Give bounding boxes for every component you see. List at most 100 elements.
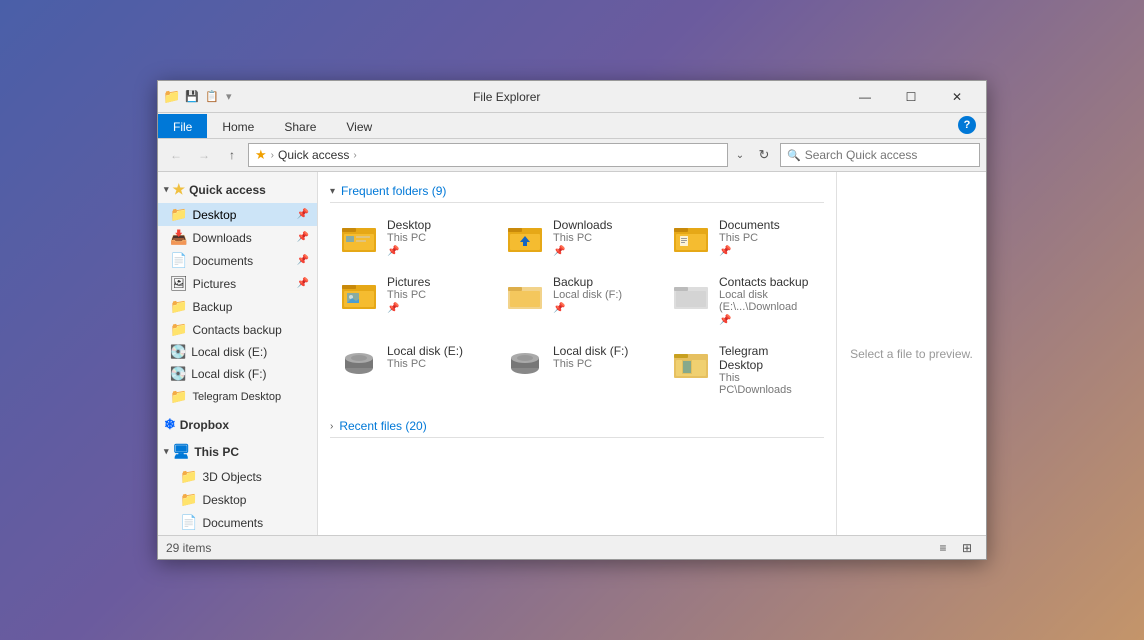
folder-item-contacts-backup[interactable]: Contacts backup Local disk (E:\...\Downl… — [662, 268, 824, 333]
folder-item-local-disk-e[interactable]: Local disk (E:) This PC — [330, 337, 492, 403]
folders-grid: Desktop This PC 📌 — [330, 211, 824, 403]
sidebar: ▾ ★ Quick access 📁 Desktop 📌 📥 Downloads… — [158, 172, 318, 535]
sidebar-item-3d-objects[interactable]: 📁 3D Objects — [158, 465, 317, 488]
folder-item-telegram[interactable]: Telegram Desktop This PC\Downloads — [662, 337, 824, 403]
view-buttons: ≡ ⊞ — [932, 539, 978, 557]
content-area: ▾ Frequent folders (9) — [318, 172, 836, 535]
folder-item-documents[interactable]: Documents This PC 📌 — [662, 211, 824, 264]
search-icon: 🔍 — [787, 149, 801, 162]
sidebar-item-desktop[interactable]: 📁 Desktop 📌 — [158, 203, 317, 226]
backup-info: Backup Local disk (F:) 📌 — [553, 275, 649, 314]
pin-icon: 📌 — [297, 232, 309, 243]
sidebar-item-documents-this-pc[interactable]: 📄 Documents — [158, 511, 317, 534]
help-icon[interactable]: ? — [958, 116, 976, 134]
collapse-icon: ▾ — [164, 184, 169, 195]
grid-view-button[interactable]: ⊞ — [956, 539, 978, 557]
tab-share[interactable]: Share — [269, 114, 331, 138]
sidebar-item-backup[interactable]: 📁 Backup — [158, 295, 317, 318]
tab-file[interactable]: File — [158, 114, 207, 138]
collapse-icon-2: ▾ — [164, 446, 169, 457]
up-button[interactable]: ↑ — [220, 144, 244, 166]
telegram-info: Telegram Desktop This PC\Downloads — [719, 344, 815, 396]
tab-view[interactable]: View — [331, 114, 387, 138]
sidebar-item-contacts-backup[interactable]: 📁 Contacts backup — [158, 318, 317, 341]
folder-item-downloads[interactable]: Downloads This PC 📌 — [496, 211, 658, 264]
collapse-chevron: ▾ — [330, 186, 335, 197]
this-pc-label: This PC — [194, 445, 239, 459]
pictures-folder-icon: 🖼 — [170, 275, 188, 292]
local-disk-f-thumb — [505, 344, 545, 382]
search-box[interactable]: 🔍 — [780, 143, 980, 167]
sidebar-item-documents[interactable]: 📄 Documents 📌 — [158, 249, 317, 272]
back-button[interactable]: ← — [164, 144, 188, 166]
folder-item-backup[interactable]: Backup Local disk (F:) 📌 — [496, 268, 658, 333]
pictures-thumb — [339, 275, 379, 313]
recent-files-label: Recent files (20) — [339, 419, 426, 433]
quick-access-star-icon: ★ — [173, 181, 186, 198]
folder-item-local-disk-f[interactable]: Local disk (F:) This PC — [496, 337, 658, 403]
pictures-info: Pictures This PC 📌 — [387, 275, 483, 314]
pin-icon: 📌 — [297, 278, 309, 289]
documents-info: Documents This PC 📌 — [719, 218, 815, 257]
downloads-info: Downloads This PC 📌 — [553, 218, 649, 257]
main-area: ▾ ★ Quick access 📁 Desktop 📌 📥 Downloads… — [158, 172, 986, 535]
file-explorer-window: 📁 💾 📋 ▾ File Explorer — ☐ ✕ File Home Sh… — [157, 80, 987, 560]
telegram-thumb — [671, 344, 711, 382]
sidebar-quick-access-header[interactable]: ▾ ★ Quick access — [158, 176, 317, 203]
local-disk-e-icon: 💽 — [170, 344, 186, 360]
help-button[interactable]: ? — [948, 112, 986, 138]
folder-item-desktop[interactable]: Desktop This PC 📌 — [330, 211, 492, 264]
local-disk-e-thumb — [339, 344, 379, 382]
ribbon-tabs: File Home Share View ? — [158, 113, 986, 139]
folder-item-pictures[interactable]: Pictures This PC 📌 — [330, 268, 492, 333]
sidebar-item-local-disk-e[interactable]: 💽 Local disk (E:) — [158, 341, 317, 363]
forward-button[interactable]: → — [192, 144, 216, 166]
preview-text: Select a file to preview. — [850, 347, 973, 361]
documents-thumb — [671, 218, 711, 256]
favorites-star-icon: ★ — [255, 147, 267, 163]
tab-home[interactable]: Home — [207, 114, 269, 138]
pin-icon: 📌 — [297, 255, 309, 266]
quick-access-label: Quick access — [189, 183, 266, 197]
address-bar: ← → ↑ ★ › Quick access › ⌄ ↻ 🔍 — [158, 139, 986, 172]
path-text: Quick access — [274, 148, 353, 162]
backup-thumb — [505, 275, 545, 313]
3d-objects-icon: 📁 — [180, 468, 197, 485]
close-button[interactable]: ✕ — [934, 81, 980, 113]
sidebar-item-local-disk-f[interactable]: 💽 Local disk (F:) — [158, 363, 317, 385]
this-pc-icon: 🖥 — [173, 443, 191, 460]
frequent-folders-header[interactable]: ▾ Frequent folders (9) — [330, 180, 824, 203]
sidebar-item-telegram-desktop[interactable]: 📁 Telegram Desktop — [158, 385, 317, 408]
preview-pane: Select a file to preview. — [836, 172, 986, 535]
sidebar-item-downloads[interactable]: 📥 Downloads 📌 — [158, 226, 317, 249]
maximize-button[interactable]: ☐ — [888, 81, 934, 113]
sidebar-item-pictures[interactable]: 🖼 Pictures 📌 — [158, 272, 317, 295]
local-disk-e-info: Local disk (E:) This PC — [387, 344, 483, 370]
minimize-button[interactable]: — — [842, 81, 888, 113]
sidebar-this-pc-header[interactable]: ▾ 🖥 This PC — [158, 438, 317, 465]
contacts-backup-thumb — [671, 275, 711, 313]
address-path[interactable]: ★ › Quick access › — [248, 143, 728, 167]
desktop-folder-icon: 📁 — [170, 206, 187, 223]
dropbox-icon: ❄ — [164, 416, 176, 433]
recent-collapse-chevron: › — [330, 421, 333, 432]
contacts-backup-folder-icon: 📁 — [170, 321, 187, 338]
refresh-button[interactable]: ↻ — [752, 143, 776, 167]
status-bar: 29 items ≡ ⊞ — [158, 535, 986, 559]
window-controls: — ☐ ✕ — [842, 81, 980, 113]
local-disk-f-info: Local disk (F:) This PC — [553, 344, 649, 370]
desktop-info: Desktop This PC 📌 — [387, 218, 483, 257]
sidebar-item-desktop-this-pc[interactable]: 📁 Desktop — [158, 488, 317, 511]
search-input[interactable] — [805, 148, 973, 162]
local-disk-f-icon: 💽 — [170, 366, 186, 382]
recent-files-header[interactable]: › Recent files (20) — [330, 415, 824, 438]
downloads-thumb — [505, 218, 545, 256]
list-view-button[interactable]: ≡ — [932, 539, 954, 557]
dropbox-label: Dropbox — [180, 418, 229, 432]
title-bar: 📁 💾 📋 ▾ File Explorer — ☐ ✕ — [158, 81, 986, 113]
path-dropdown-button[interactable]: ⌄ — [732, 144, 748, 166]
documents-this-pc-icon: 📄 — [180, 514, 197, 531]
frequent-folders-label: Frequent folders (9) — [341, 184, 446, 198]
sidebar-dropbox-header[interactable]: ❄ Dropbox — [158, 408, 317, 438]
backup-folder-icon: 📁 — [170, 298, 187, 315]
